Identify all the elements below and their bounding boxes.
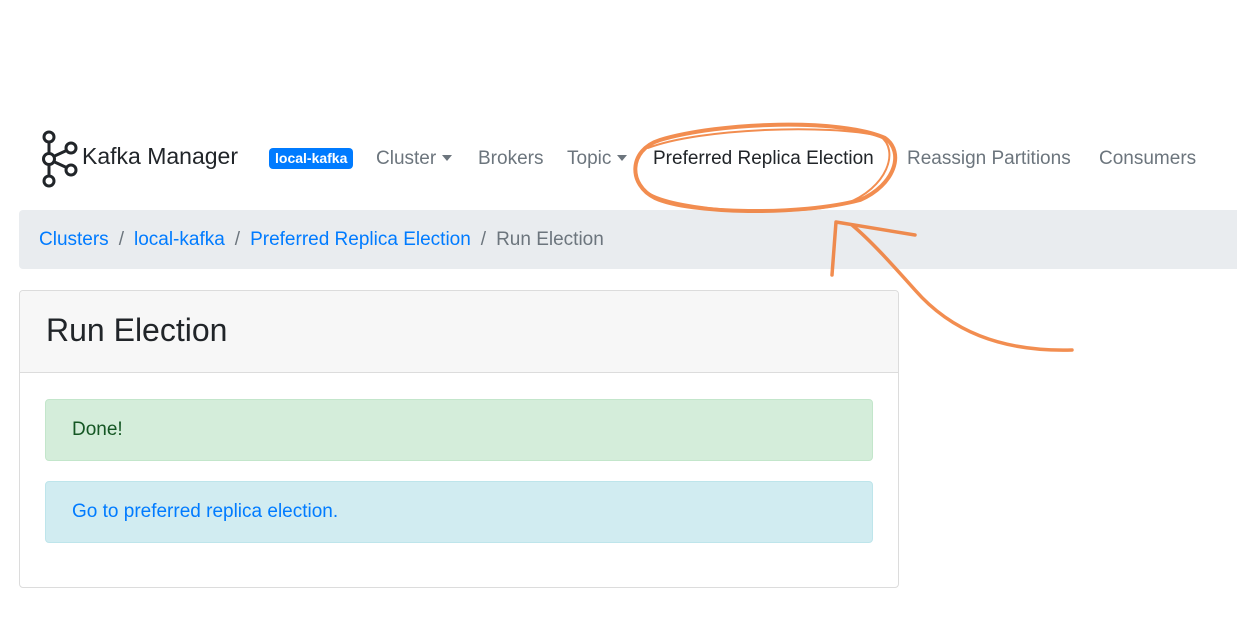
- brand[interactable]: Kafka Manager: [40, 128, 238, 190]
- info-alert: Go to preferred replica election.: [45, 481, 873, 543]
- breadcrumb-separator: /: [118, 229, 124, 250]
- brand-title: Kafka Manager: [82, 142, 238, 169]
- cluster-badge[interactable]: local-kafka: [269, 148, 354, 169]
- kafka-logo-icon: [40, 128, 80, 190]
- breadcrumb: Clusters / local-kafka / Preferred Replica E…: [19, 210, 1237, 269]
- card-header: Run Election: [20, 291, 898, 373]
- nav-cluster-label: Cluster: [376, 148, 437, 169]
- breadcrumb-current: Run Election: [496, 229, 604, 250]
- nav-brokers[interactable]: Brokers: [478, 148, 543, 170]
- breadcrumb-cluster[interactable]: local-kafka: [134, 229, 225, 250]
- nav-reassign-partitions[interactable]: Reassign Partitions: [907, 148, 1071, 170]
- nav-cluster-dropdown[interactable]: Cluster: [376, 148, 453, 170]
- success-alert: Done!: [45, 399, 873, 461]
- breadcrumb-clusters[interactable]: Clusters: [39, 229, 109, 250]
- breadcrumb-preferred-replica-election[interactable]: Preferred Replica Election: [250, 229, 471, 250]
- caret-down-icon: [442, 155, 453, 161]
- breadcrumb-separator: /: [480, 229, 487, 250]
- caret-down-icon: [617, 155, 628, 161]
- nav-topic-label: Topic: [567, 148, 612, 169]
- nav-preferred-replica-election[interactable]: Preferred Replica Election: [653, 148, 874, 170]
- preferred-replica-election-link[interactable]: Go to preferred replica election.: [72, 501, 338, 522]
- run-election-card: Run Election Done! Go to preferred repli…: [19, 290, 899, 588]
- nav-consumers[interactable]: Consumers: [1099, 148, 1196, 170]
- success-message: Done!: [72, 419, 123, 440]
- card-title: Run Election: [46, 312, 228, 348]
- breadcrumb-separator: /: [234, 229, 241, 250]
- nav-topic-dropdown[interactable]: Topic: [567, 148, 628, 170]
- navbar: Kafka Manager local-kafka Cluster Broker…: [0, 118, 1237, 200]
